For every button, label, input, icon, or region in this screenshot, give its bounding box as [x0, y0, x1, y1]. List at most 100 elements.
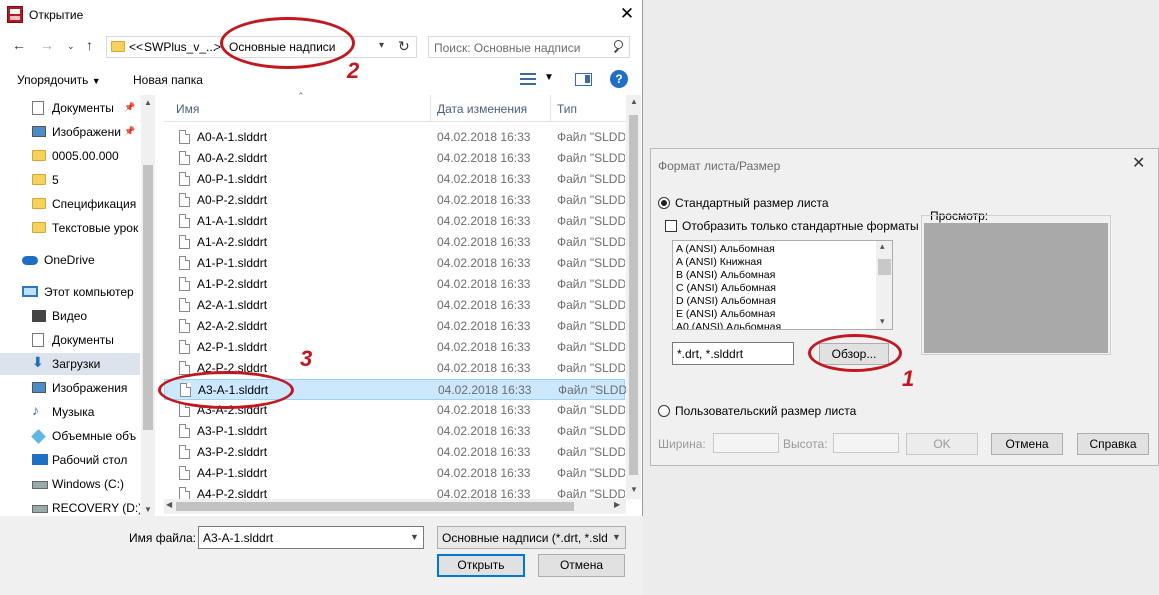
close-icon[interactable]: ✕: [617, 3, 637, 25]
file-icon: [179, 130, 190, 144]
width-input[interactable]: [713, 433, 779, 453]
file-icon: [179, 172, 190, 186]
list-item[interactable]: E (ANSI) Альбомная: [676, 308, 775, 320]
column-divider[interactable]: [430, 95, 431, 122]
nav-item-folder-specification[interactable]: Спецификация: [0, 193, 140, 215]
search-box[interactable]: [428, 36, 630, 58]
scroll-thumb[interactable]: [629, 115, 638, 475]
close-icon[interactable]: ✕: [1132, 153, 1145, 173]
custom-size-radio[interactable]: [658, 405, 670, 417]
search-input[interactable]: [434, 40, 604, 55]
scroll-thumb[interactable]: [176, 502, 574, 511]
list-item[interactable]: A (ANSI) Книжная: [676, 256, 762, 268]
filename-combobox[interactable]: ▼: [198, 526, 424, 549]
list-item[interactable]: B (ANSI) Альбомная: [676, 269, 775, 281]
nav-item-this-pc[interactable]: Этот компьютер: [0, 281, 140, 303]
preview-pane-icon[interactable]: [575, 73, 592, 86]
nav-item-onedrive[interactable]: OneDrive: [0, 249, 140, 271]
forward-arrow-icon[interactable]: →: [40, 37, 54, 53]
nav-item-desktop[interactable]: Рабочий стол: [0, 449, 140, 471]
file-row[interactable]: A0-P-2.slddrt 04.02.2018 16:33 Файл "SLDDR…: [164, 190, 625, 211]
chevron-down-icon[interactable]: ▼: [544, 72, 554, 83]
file-row[interactable]: A1-A-2.slddrt 04.02.2018 16:33 Файл "SLDDR…: [164, 232, 625, 253]
drive-icon: [32, 481, 48, 489]
list-item[interactable]: A (ANSI) Альбомная: [676, 243, 775, 255]
up-arrow-icon[interactable]: ↑: [86, 37, 93, 53]
column-header-name[interactable]: Имя: [176, 102, 199, 116]
nav-item-folder-5[interactable]: 5: [0, 169, 140, 191]
breadcrumb-swplus[interactable]: SWPlus_v_...: [144, 40, 216, 54]
help-button[interactable]: Справка: [1077, 433, 1149, 455]
view-options-icon[interactable]: [520, 73, 536, 85]
scroll-thumb[interactable]: [878, 259, 891, 275]
nav-item-music[interactable]: ♪ Музыка: [0, 401, 140, 423]
scroll-right-icon[interactable]: ▶: [614, 500, 620, 509]
scroll-down-icon[interactable]: ▾: [880, 316, 885, 327]
nav-item-3d-objects[interactable]: Объемные объ: [0, 425, 140, 447]
file-row[interactable]: A0-A-2.slddrt 04.02.2018 16:33 Файл "SLDDR…: [164, 148, 625, 169]
new-folder-button[interactable]: Новая папка: [133, 73, 203, 87]
ok-button[interactable]: OK: [906, 433, 978, 455]
nav-item-pictures[interactable]: Изображения: [0, 377, 140, 399]
width-label: Ширина:: [658, 437, 706, 451]
chevron-down-icon[interactable]: ▼: [410, 532, 419, 542]
file-row[interactable]: A1-P-2.slddrt 04.02.2018 16:33 Файл "SLDDR…: [164, 274, 625, 295]
column-header-type[interactable]: Тип: [557, 102, 577, 116]
cancel-button[interactable]: Отмена: [991, 433, 1063, 455]
file-row[interactable]: A3-P-1.slddrt 04.02.2018 16:33 Файл "SLDDR…: [164, 421, 625, 442]
breadcrumb-overflow[interactable]: <<: [129, 40, 143, 54]
nav-item-video[interactable]: Видео: [0, 305, 140, 327]
file-row[interactable]: A3-P-2.slddrt 04.02.2018 16:33 Файл "SLDDR…: [164, 442, 625, 463]
scroll-down-icon[interactable]: ▼: [144, 505, 152, 514]
scroll-left-icon[interactable]: ◀: [166, 500, 172, 509]
file-row[interactable]: A2-A-1.slddrt 04.02.2018 16:33 Файл "SLDDR…: [164, 295, 625, 316]
nav-item-downloads[interactable]: ⬇ Загрузки: [0, 353, 140, 375]
scroll-up-icon[interactable]: ▲: [630, 97, 638, 106]
format-file-field[interactable]: [672, 342, 794, 365]
file-list-horizontal-scrollbar[interactable]: ◀ ▶: [164, 499, 626, 514]
nav-item-folder-lessons[interactable]: Текстовые урок: [0, 217, 140, 239]
file-row[interactable]: A1-P-1.slddrt 04.02.2018 16:33 Файл "SLDDR…: [164, 253, 625, 274]
scroll-up-icon[interactable]: ▴: [880, 241, 885, 252]
filename-input[interactable]: [203, 531, 403, 545]
only-standard-checkbox[interactable]: [665, 220, 677, 232]
open-button[interactable]: Открыть: [437, 554, 525, 577]
nav-item-pictures-quick[interactable]: Изображени 📌: [0, 121, 140, 143]
column-divider[interactable]: [550, 95, 551, 122]
recent-locations-chevron-icon[interactable]: ⌄: [67, 41, 75, 52]
nav-item-folder-0005[interactable]: 0005.00.000: [0, 145, 140, 167]
file-row[interactable]: A2-P-1.slddrt 04.02.2018 16:33 Файл "SLDDR…: [164, 337, 625, 358]
list-item[interactable]: C (ANSI) Альбомная: [676, 282, 776, 294]
nav-item-documents[interactable]: Документы: [0, 329, 140, 351]
file-list-vertical-scrollbar[interactable]: ▲ ▼: [626, 95, 641, 499]
scroll-up-icon[interactable]: ▲: [144, 98, 152, 107]
refresh-icon[interactable]: ↻: [398, 38, 410, 55]
help-icon[interactable]: ?: [610, 70, 628, 88]
organize-menu[interactable]: Упорядочить ▼: [17, 73, 101, 87]
nav-scrollbar[interactable]: ▲ ▼: [141, 95, 155, 520]
cancel-button[interactable]: Отмена: [538, 554, 625, 577]
column-header-date[interactable]: Дата изменения: [437, 102, 527, 116]
nav-item-documents-quick[interactable]: Документы 📌: [0, 97, 140, 119]
nav-item-drive-c[interactable]: Windows (C:): [0, 473, 140, 495]
list-item[interactable]: A0 (ANSI) Альбомная: [676, 321, 781, 329]
list-item[interactable]: D (ANSI) Альбомная: [676, 295, 776, 307]
scroll-down-icon[interactable]: ▼: [630, 485, 638, 494]
height-input[interactable]: [833, 433, 899, 453]
chevron-down-icon[interactable]: ▾: [379, 40, 384, 51]
file-row[interactable]: A0-A-1.slddrt 04.02.2018 16:33 Файл "SLDDR…: [164, 127, 625, 148]
format-list-scrollbar[interactable]: ▴ ▾: [876, 241, 892, 329]
file-row[interactable]: A1-A-1.slddrt 04.02.2018 16:33 Файл "SLDDR…: [164, 211, 625, 232]
file-row[interactable]: A2-A-2.slddrt 04.02.2018 16:33 Файл "SLDDR…: [164, 316, 625, 337]
standard-size-radio[interactable]: [658, 197, 670, 209]
format-file-input[interactable]: [677, 347, 789, 361]
back-arrow-icon[interactable]: ←: [12, 37, 26, 53]
file-icon: [179, 466, 190, 480]
format-list[interactable]: A (ANSI) Альбомная A (ANSI) Книжная B (A…: [672, 240, 893, 330]
file-type-select[interactable]: Основные надписи (*.drt, *.sld ▼: [437, 526, 626, 549]
scroll-thumb[interactable]: [143, 165, 153, 430]
file-row[interactable]: A4-P-1.slddrt 04.02.2018 16:33 Файл "SLDDR…: [164, 463, 625, 484]
search-icon[interactable]: [610, 39, 624, 55]
file-type: Файл "SLDDRT": [557, 256, 625, 270]
file-row[interactable]: A0-P-1.slddrt 04.02.2018 16:33 Файл "SLDDR…: [164, 169, 625, 190]
